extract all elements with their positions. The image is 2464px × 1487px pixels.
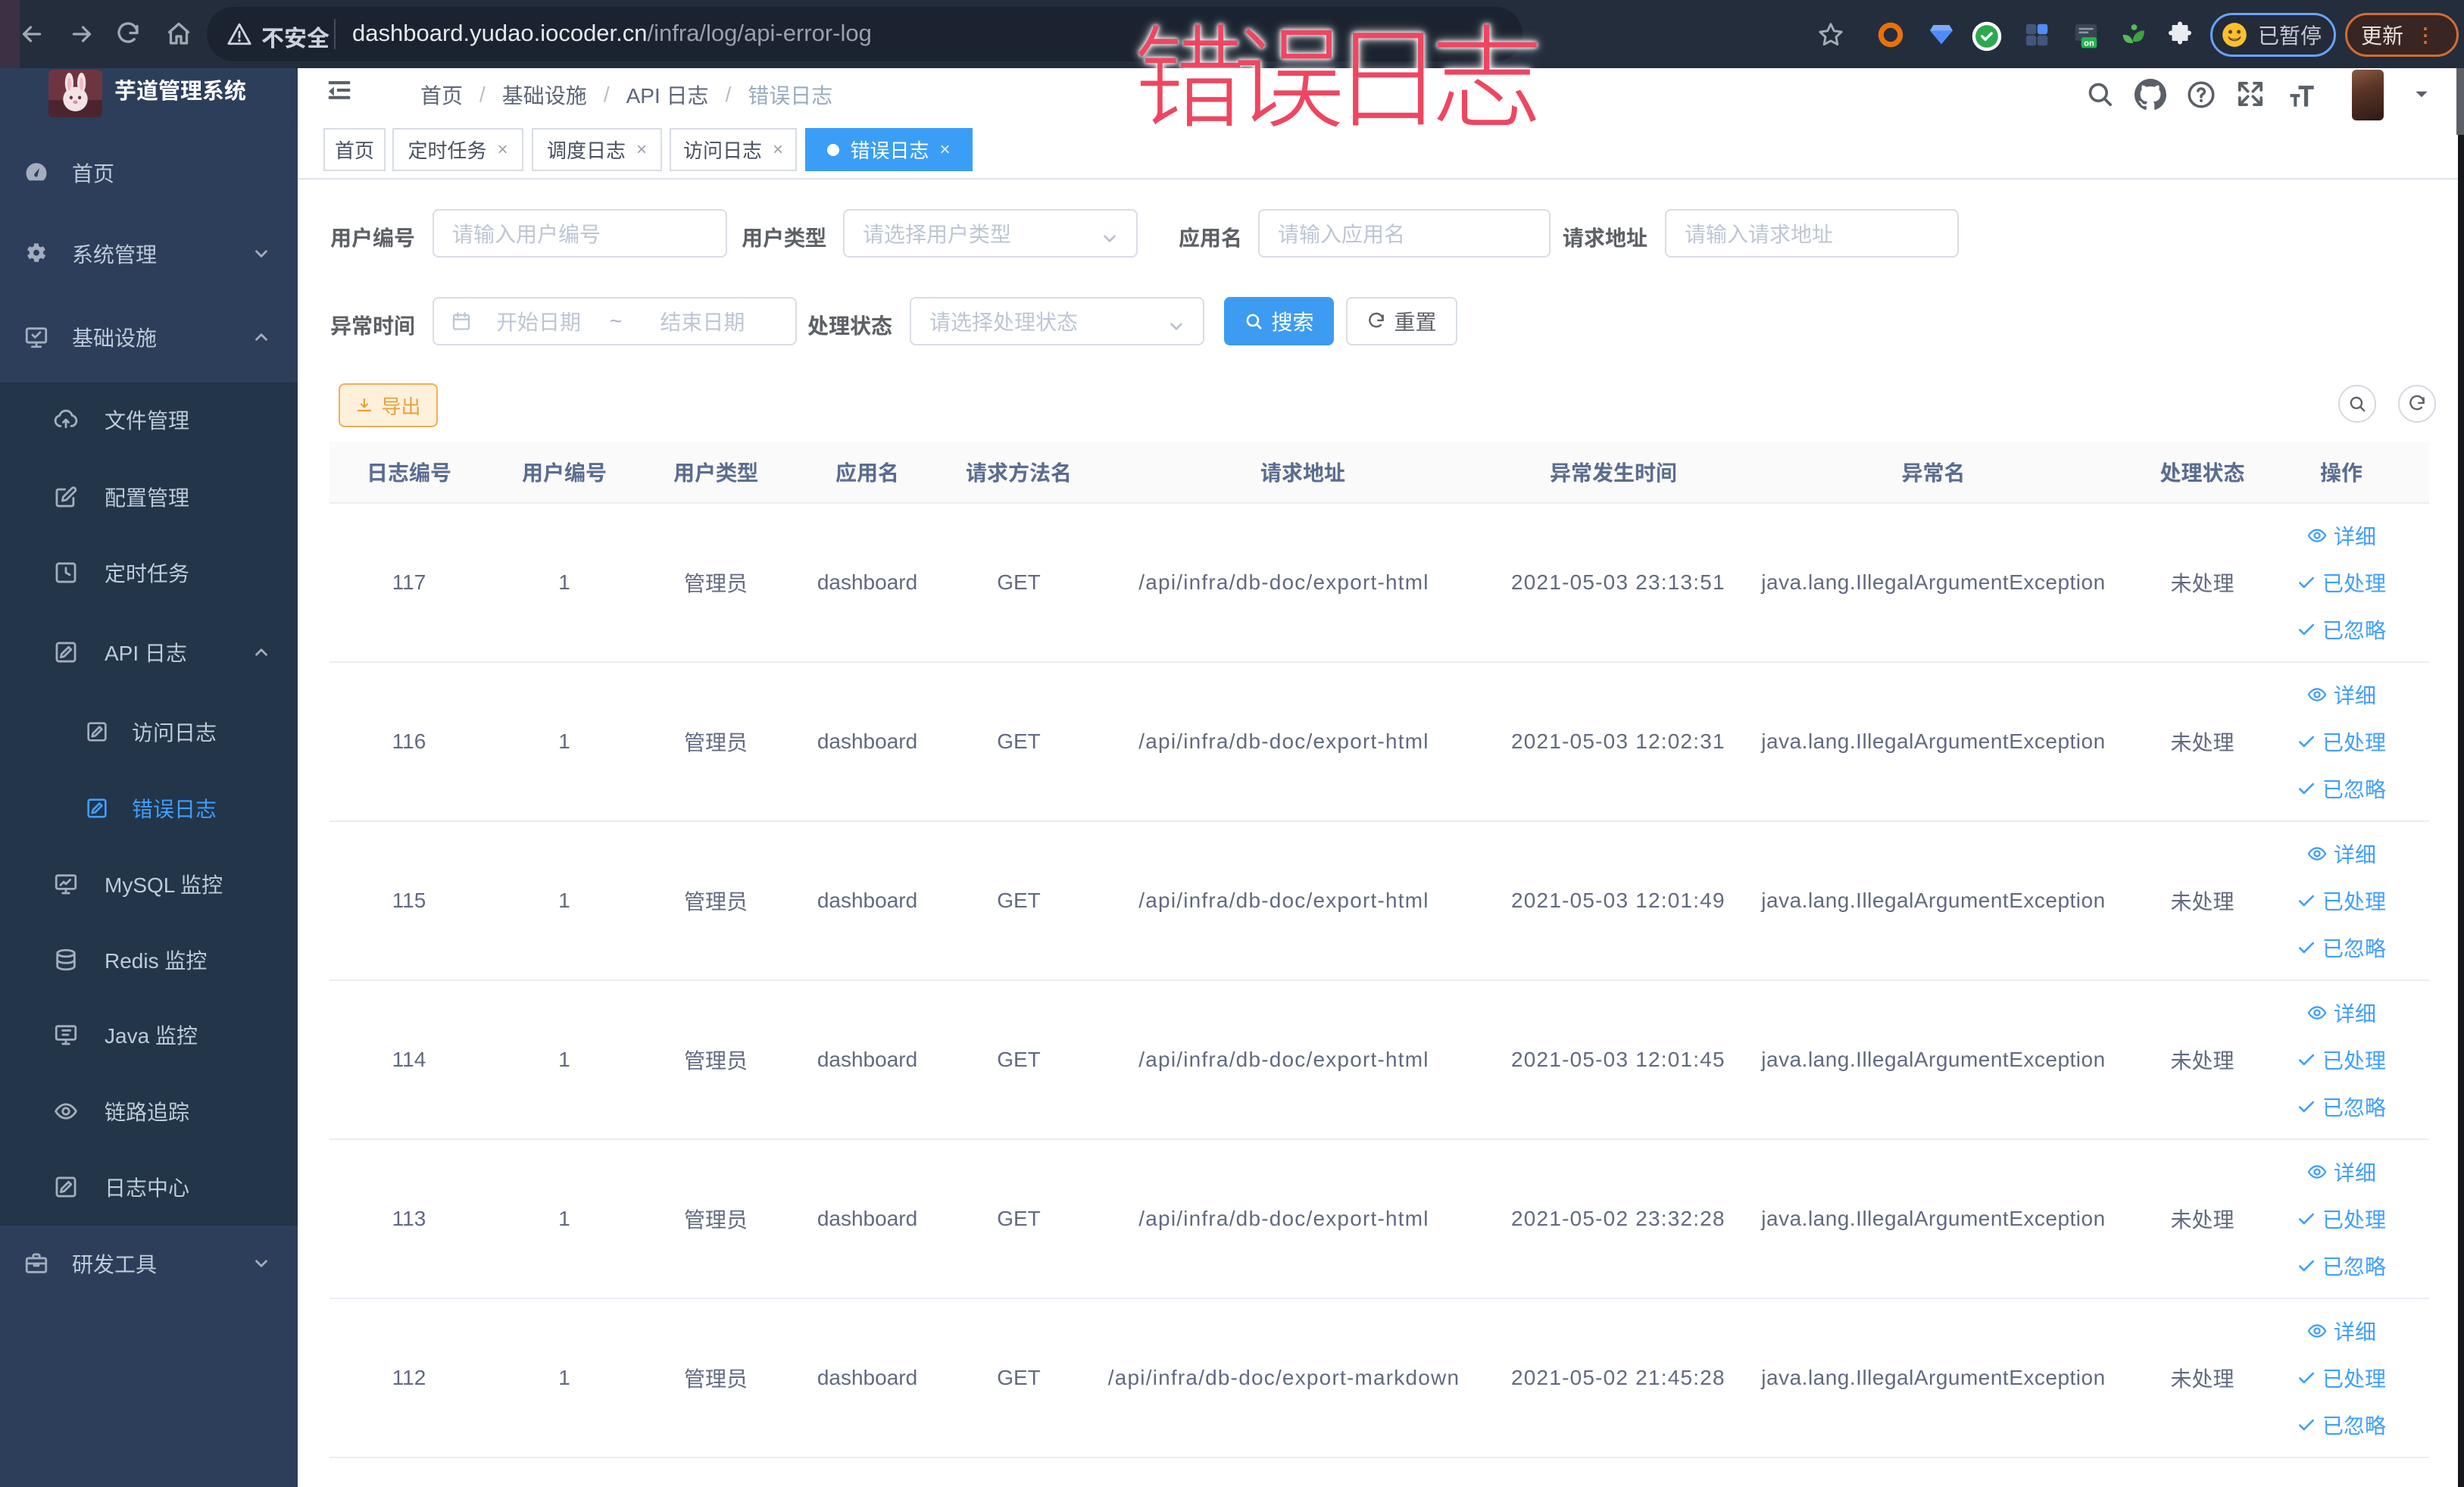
svg-text:on: on [2084, 39, 2094, 48]
